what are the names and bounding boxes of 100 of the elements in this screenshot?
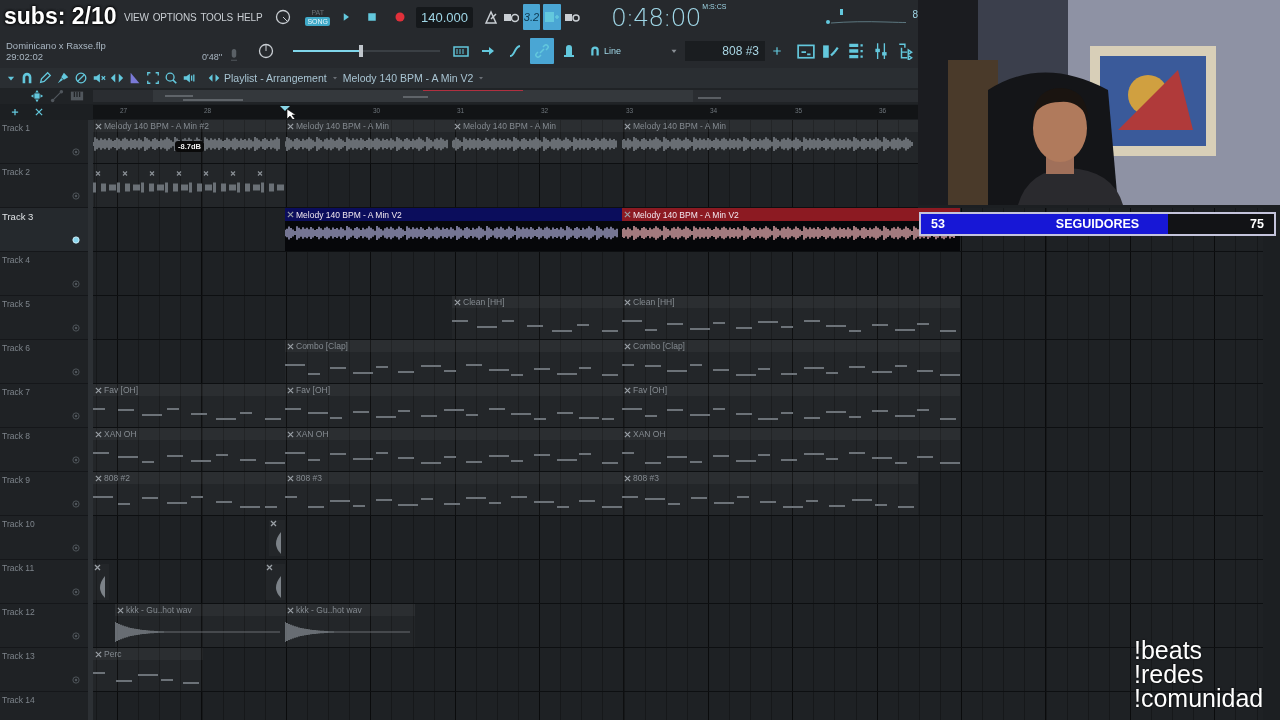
pattern-clip[interactable]: Combo [Clap] [622,340,960,383]
track-button-icon[interactable] [71,587,81,597]
piano-roll-icon[interactable] [822,42,840,60]
forbidden-icon[interactable] [74,71,88,85]
track-lane[interactable]: Clean [HH] Clean [HH] [93,296,1263,340]
track-header[interactable]: Track 3 [0,208,88,252]
move-icon[interactable] [30,89,44,103]
menu-item[interactable]: VIEW [124,11,149,23]
countdown-button[interactable]: 3.2 [522,4,541,30]
pattern-clip[interactable]: 808 #3 [622,472,918,515]
track-name: Track 6 [2,343,31,353]
select-icon[interactable] [146,71,160,85]
cross-icon[interactable] [287,430,294,438]
pattern-clip[interactable]: Clean [HH] [622,296,960,339]
audio-clip[interactable]: Melody 140 BPM - A Min V2 [285,208,622,251]
cross-icon[interactable] [454,122,461,130]
magnet-icon[interactable] [589,45,601,57]
arrows-icon[interactable] [208,72,220,84]
cross-icon[interactable] [624,386,631,394]
track-button-icon[interactable] [71,499,81,509]
pattern-clip[interactable]: 808 #2 [93,472,285,515]
cross-icon[interactable] [287,122,294,130]
knob-icon[interactable] [275,9,292,25]
track-button-icon[interactable] [71,675,81,685]
pattern-selector[interactable]: 808 #3 [685,41,765,61]
pattern-clip[interactable]: XAN OH [285,428,622,471]
mute-icon[interactable] [92,71,106,85]
cross-icon[interactable] [287,474,294,482]
cross-icon[interactable] [95,122,102,130]
channel-rack-icon[interactable] [847,42,865,60]
close-icon[interactable] [34,107,44,117]
cross-icon[interactable] [624,211,631,218]
cross-icon[interactable] [117,606,124,614]
track-button-icon[interactable] [71,279,81,289]
mixer-icon[interactable] [872,42,890,60]
pattern-clip[interactable]: Combo [Clap] [285,340,622,383]
audio-clip[interactable]: Melody 140 BPM - A Min [452,120,622,163]
pattern-clip[interactable]: Fav [OH] [93,384,285,427]
cross-icon[interactable] [95,386,102,394]
pattern-clip[interactable]: 808 #3 [285,472,622,515]
zoom-icon[interactable] [164,71,178,85]
audio-clip[interactable]: kkk - Gu..hot wav [115,604,285,647]
audio-clip[interactable]: Melody 140 BPM - A Min [622,120,918,163]
track-button-icon[interactable] [71,543,81,553]
track-name: Track 10 [2,519,35,529]
clip-title: XAN OH [633,429,666,439]
plus-icon[interactable] [10,107,20,117]
pattern-name[interactable]: Melody 140 BPM - A Min V2 [342,72,474,84]
pattern-clip[interactable]: Fav [OH] [285,384,622,427]
cross-icon[interactable] [95,474,102,482]
slice-icon[interactable] [128,71,142,85]
cross-icon[interactable] [287,386,294,394]
pattern-clip[interactable]: XAN OH [622,428,960,471]
audio-clip[interactable]: Melody 140 BPM - A Min [285,120,452,163]
playlist-icon[interactable] [797,42,815,60]
cross-icon[interactable] [624,122,631,130]
cross-icon[interactable] [95,430,102,438]
playlist-title[interactable]: Playlist - Arrangement [224,72,327,84]
cross-icon[interactable] [624,474,631,482]
menu-item[interactable]: OPTIONS [152,11,197,23]
track-lane[interactable]: Fav [OH] Fav [OH] Fav [OH] [93,384,1263,428]
cross-icon[interactable] [287,606,294,614]
cross-icon[interactable] [624,342,631,350]
pattern-clip[interactable]: Clean [HH] [452,296,622,339]
cross-icon[interactable] [287,342,294,350]
slip-icon[interactable] [110,71,124,85]
magnet-icon[interactable] [20,71,34,85]
clip-title: Melody 140 BPM - A Min [633,121,727,131]
track-button-icon[interactable] [71,455,81,465]
track-lane[interactable]: XAN OH XAN OH XAN OH [93,428,1263,472]
track-button-icon[interactable] [71,191,81,201]
track-button-icon[interactable] [71,631,81,641]
speaker-icon[interactable] [182,71,196,85]
snap-dropdown[interactable]: Line [604,46,621,56]
track-button-icon[interactable] [71,323,81,333]
clip-title: Melody 140 BPM - A Min #2 [104,121,209,131]
pattern-clip[interactable]: XAN OH [93,428,285,471]
track-button-icon[interactable] [71,411,81,421]
cross-icon[interactable] [95,650,102,658]
pencil-icon[interactable] [38,71,52,85]
track-lane[interactable]: 808 #2 808 #3 808 #3 [93,472,1263,516]
track-button-icon[interactable] [71,367,81,377]
cross-icon[interactable] [624,298,631,306]
brush-icon[interactable] [56,71,70,85]
track-lane[interactable]: Combo [Clap] Combo [Clap] [93,340,1263,384]
record-icon[interactable] [394,11,407,23]
cross-icon[interactable] [287,211,294,218]
browser-icon[interactable] [897,42,915,60]
volume-slider[interactable] [293,45,440,57]
audio-clip[interactable]: kkk - Gu..hot wav [285,604,415,647]
pattern-clip[interactable]: Fav [OH] [622,384,960,427]
cross-icon[interactable] [454,298,461,306]
menu-item[interactable]: HELP [237,11,263,23]
track-button-icon[interactable] [71,147,81,157]
cross-icon[interactable] [624,430,631,438]
menu-item[interactable]: TOOLS [200,11,234,23]
stop-icon[interactable] [366,11,379,23]
knob-icon[interactable] [258,43,274,59]
tempo-field[interactable]: 140.000 [416,6,474,28]
pattern-clip[interactable]: Perc [93,648,203,691]
